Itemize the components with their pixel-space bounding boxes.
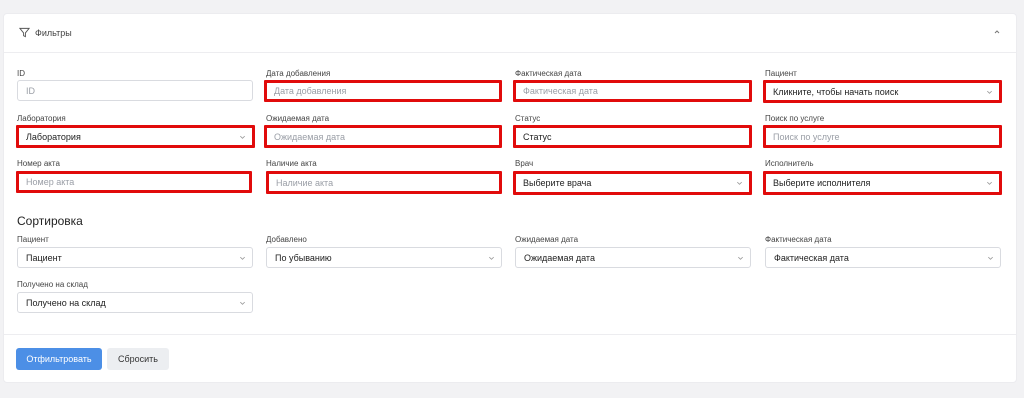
sort-added-label: Добавлено bbox=[266, 235, 307, 244]
doctor-value: Выберите врача bbox=[523, 178, 592, 188]
executor-label: Исполнитель bbox=[765, 159, 814, 168]
sort-actual-date-label: Фактическая дата bbox=[765, 235, 832, 244]
date-added-input[interactable]: Дата добавления bbox=[264, 80, 502, 102]
sort-received-select[interactable]: Получено на склад bbox=[17, 292, 253, 313]
chevron-down-icon bbox=[240, 256, 245, 260]
reset-button[interactable]: Сбросить bbox=[107, 348, 169, 370]
service-search-placeholder: Поиск по услуге bbox=[773, 131, 840, 142]
chevron-up-icon[interactable] bbox=[992, 27, 1002, 37]
act-presence-input[interactable]: Наличие акта bbox=[266, 171, 502, 194]
id-placeholder: ID bbox=[26, 85, 35, 96]
sort-expected-date-select[interactable]: Ожидаемая дата bbox=[515, 247, 751, 268]
expected-date-label: Ожидаемая дата bbox=[266, 114, 330, 123]
sort-expected-date-label: Ожидаемая дата bbox=[515, 235, 579, 244]
sort-received-value: Получено на склад bbox=[26, 297, 106, 308]
chevron-down-icon bbox=[489, 256, 494, 260]
act-presence-placeholder: Наличие акта bbox=[276, 177, 334, 188]
sort-added-select[interactable]: По убыванию bbox=[266, 247, 502, 268]
sort-patient-select[interactable]: Пациент bbox=[17, 247, 253, 268]
sorting-title: Сортировка bbox=[17, 214, 83, 228]
laboratory-select[interactable]: Лаборатория bbox=[16, 125, 255, 148]
sort-received-label: Получено на склад bbox=[17, 280, 88, 289]
actual-date-input[interactable]: Фактическая дата bbox=[513, 80, 752, 102]
expected-date-input[interactable]: Ожидаемая дата bbox=[264, 125, 502, 148]
act-presence-label: Наличие акта bbox=[266, 159, 317, 168]
sort-actual-date-select[interactable]: Фактическая дата bbox=[765, 247, 1001, 268]
chevron-down-icon bbox=[987, 90, 992, 94]
status-select[interactable]: Статус bbox=[513, 125, 752, 148]
apply-filter-button[interactable]: Отфильтровать bbox=[16, 348, 102, 370]
actual-date-placeholder: Фактическая дата bbox=[523, 86, 598, 96]
sort-actual-date-value: Фактическая дата bbox=[774, 252, 849, 263]
date-added-label: Дата добавления bbox=[266, 69, 331, 78]
laboratory-value: Лаборатория bbox=[26, 131, 81, 142]
chevron-down-icon bbox=[738, 256, 743, 260]
patient-select[interactable]: Кликните, чтобы начать поиск bbox=[763, 80, 1002, 103]
chevron-down-icon bbox=[987, 181, 992, 185]
filters-header[interactable]: Фильтры bbox=[4, 14, 1016, 53]
filters-title: Фильтры bbox=[35, 28, 72, 38]
act-number-label: Номер акта bbox=[17, 159, 60, 168]
chevron-down-icon bbox=[737, 181, 742, 185]
laboratory-label: Лаборатория bbox=[17, 114, 66, 123]
date-added-placeholder: Дата добавления bbox=[274, 86, 347, 96]
status-value: Статус bbox=[523, 131, 552, 142]
executor-value: Выберите исполнителя bbox=[773, 178, 871, 188]
patient-value: Кликните, чтобы начать поиск bbox=[773, 86, 899, 97]
sort-patient-value: Пациент bbox=[26, 252, 62, 263]
sort-added-value: По убыванию bbox=[275, 252, 332, 263]
act-number-input[interactable]: Номер акта bbox=[16, 171, 252, 193]
sort-expected-date-value: Ожидаемая дата bbox=[524, 252, 595, 263]
filter-icon bbox=[19, 27, 30, 38]
id-label: ID bbox=[17, 69, 25, 78]
executor-select[interactable]: Выберите исполнителя bbox=[763, 171, 1002, 195]
id-input[interactable]: ID bbox=[17, 80, 253, 101]
patient-label: Пациент bbox=[765, 69, 797, 78]
doctor-select[interactable]: Выберите врача bbox=[513, 171, 752, 195]
act-number-placeholder: Номер акта bbox=[26, 177, 75, 187]
sort-patient-label: Пациент bbox=[17, 235, 49, 244]
chevron-down-icon bbox=[988, 256, 993, 260]
service-search-label: Поиск по услуге bbox=[765, 114, 825, 123]
chevron-down-icon bbox=[240, 135, 245, 139]
service-search-input[interactable]: Поиск по услуге bbox=[763, 125, 1002, 148]
expected-date-placeholder: Ожидаемая дата bbox=[274, 131, 345, 142]
doctor-label: Врач bbox=[515, 159, 534, 168]
chevron-down-icon bbox=[240, 301, 245, 305]
filters-card: Фильтры ID ID Дата добавления Дата добав… bbox=[3, 13, 1017, 383]
actual-date-label: Фактическая дата bbox=[515, 69, 582, 78]
footer-divider bbox=[4, 334, 1016, 335]
status-label: Статус bbox=[515, 114, 541, 123]
